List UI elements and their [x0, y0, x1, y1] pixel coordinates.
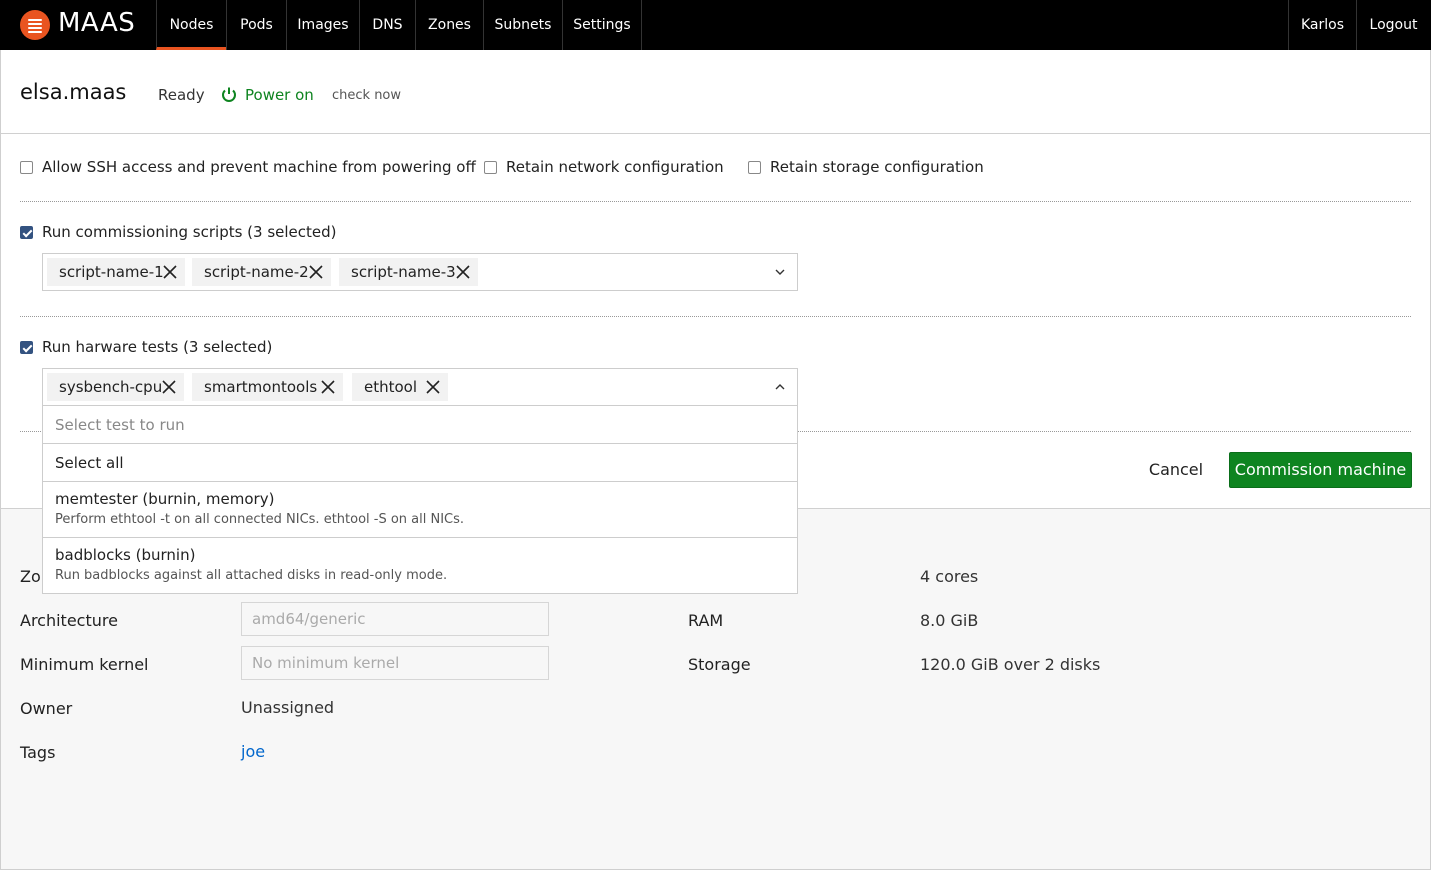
ssh-checkbox[interactable] — [20, 161, 33, 174]
ssh-label: Allow SSH access and prevent machine fro… — [42, 158, 476, 176]
chip-script-name-2: script-name-2 — [192, 258, 331, 286]
tag-link[interactable]: joe — [241, 742, 265, 761]
tests-label: Run harware tests (3 selected) — [42, 338, 273, 356]
select-all-option[interactable]: Select all — [43, 444, 797, 482]
chip-script-name-3: script-name-3 — [339, 258, 478, 286]
brand-name[interactable]: MAAS — [58, 8, 135, 38]
option-description: Run badblocks against all attached disks… — [55, 568, 448, 583]
test-search-input[interactable]: Select test to run — [43, 406, 797, 444]
chip-label: ethtool — [364, 378, 418, 396]
retain-network-label: Retain network configuration — [506, 158, 724, 176]
chip-label: script-name-1 — [59, 263, 164, 281]
nav-user[interactable]: Karlos — [1288, 0, 1356, 50]
close-icon[interactable] — [309, 265, 323, 279]
chevron-down-icon[interactable] — [775, 268, 785, 276]
storage-label: Storage — [688, 655, 751, 674]
chip-label: script-name-2 — [204, 263, 309, 281]
min-kernel-label: Minimum kernel — [20, 655, 149, 674]
header-divider — [0, 133, 1431, 134]
close-icon[interactable] — [456, 265, 470, 279]
commissioning-checkbox[interactable] — [20, 226, 33, 239]
architecture-value: amd64/generic — [252, 610, 366, 628]
check-now-link[interactable]: check now — [332, 88, 401, 103]
architecture-label: Architecture — [20, 611, 118, 630]
retain-storage-label: Retain storage configuration — [770, 158, 984, 176]
chip-ethtool: ethtool — [352, 373, 448, 401]
chip-smartmontools: smartmontools — [192, 373, 343, 401]
chip-label: smartmontools — [204, 378, 318, 396]
dropdown-option-memtester[interactable]: memtester (burnin, memory) Perform ethto… — [43, 482, 797, 538]
commissioning-multiselect[interactable]: script-name-1 script-name-2 script-name-… — [42, 253, 798, 291]
nav-item-zones[interactable]: Zones — [415, 0, 483, 50]
ram-value: 8.0 GiB — [920, 611, 979, 630]
chip-sysbench-cpu: sysbench-cpu — [47, 373, 184, 401]
close-icon[interactable] — [426, 380, 440, 394]
retain-storage-checkbox[interactable] — [748, 161, 761, 174]
machine-status: Ready — [158, 86, 205, 104]
ram-label: RAM — [688, 611, 724, 630]
tags-label: Tags — [20, 743, 56, 762]
owner-label: Owner — [20, 699, 73, 718]
nav-item-pods[interactable]: Pods — [226, 0, 286, 50]
nav-item-images[interactable]: Images — [286, 0, 359, 50]
storage-value: 120.0 GiB over 2 disks — [920, 655, 1101, 674]
option-title: memtester (burnin, memory) — [55, 490, 275, 508]
top-navigation: MAAS Nodes Pods Images DNS Zones Subnets… — [0, 0, 1431, 50]
tests-checkbox[interactable] — [20, 341, 33, 354]
nav-item-dns[interactable]: DNS — [359, 0, 415, 50]
owner-value: Unassigned — [241, 698, 335, 717]
option-title: badblocks (burnin) — [55, 546, 196, 564]
commission-machine-button[interactable]: Commission machine — [1229, 452, 1412, 488]
search-placeholder: Select test to run — [55, 416, 185, 434]
nav-item-subnets[interactable]: Subnets — [483, 0, 562, 50]
section-divider — [20, 201, 1411, 202]
maas-logo-icon[interactable] — [20, 10, 50, 40]
chip-label: script-name-3 — [351, 263, 456, 281]
tests-multiselect[interactable]: sysbench-cpu smartmontools ethtool — [42, 368, 798, 406]
tests-dropdown: Select test to run Select all memtester … — [42, 406, 798, 594]
chevron-up-icon[interactable] — [775, 383, 785, 391]
min-kernel-field: No minimum kernel — [241, 646, 549, 680]
min-kernel-value: No minimum kernel — [252, 654, 400, 672]
nav-item-nodes[interactable]: Nodes — [156, 0, 226, 50]
machine-name: elsa.maas — [20, 80, 127, 104]
option-description: Perform ethtool -t on all connected NICs… — [55, 512, 465, 527]
power-status: Power on — [245, 86, 314, 104]
close-icon[interactable] — [162, 380, 176, 394]
commissioning-label: Run commissioning scripts (3 selected) — [42, 223, 337, 241]
close-icon[interactable] — [321, 380, 335, 394]
close-icon[interactable] — [163, 265, 177, 279]
retain-network-checkbox[interactable] — [484, 161, 497, 174]
nav-logout[interactable]: Logout — [1356, 0, 1430, 50]
nav-item-settings[interactable]: Settings — [562, 0, 642, 50]
cancel-button[interactable]: Cancel — [1142, 452, 1210, 488]
section-divider — [20, 316, 1411, 317]
chip-script-name-1: script-name-1 — [47, 258, 185, 286]
architecture-field: amd64/generic — [241, 602, 549, 636]
select-all-label: Select all — [55, 454, 124, 472]
dropdown-option-badblocks[interactable]: badblocks (burnin) Run badblocks against… — [43, 538, 797, 593]
cpu-value: 4 cores — [920, 567, 979, 586]
power-icon — [222, 87, 236, 102]
chip-label: sysbench-cpu — [59, 378, 163, 396]
